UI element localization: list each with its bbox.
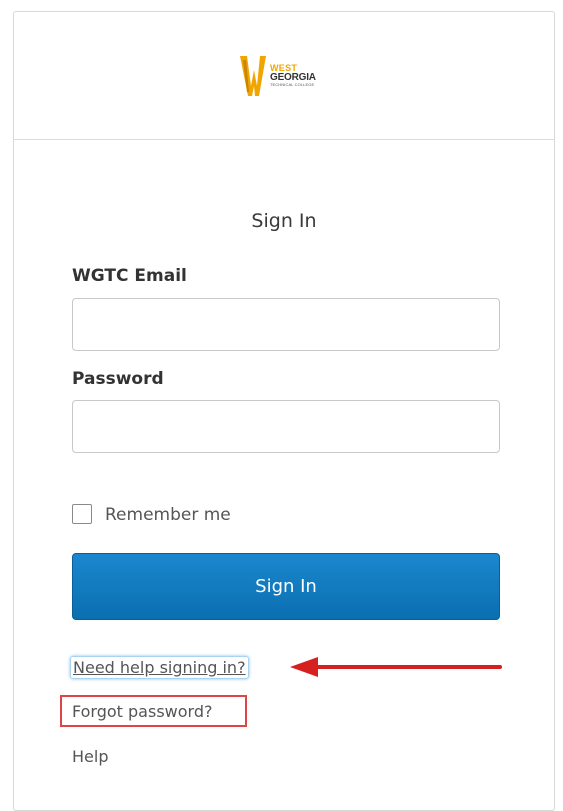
remember-me-label[interactable]: Remember me [105, 505, 231, 525]
logo-wordmark: WEST GEORGIA TECHNICAL COLLEGE [270, 64, 316, 87]
password-label: Password [72, 369, 164, 389]
email-field[interactable] [72, 298, 500, 351]
card-header: WEST GEORGIA TECHNICAL COLLEGE [14, 12, 554, 140]
logo-w-mark [240, 56, 266, 96]
help-link[interactable]: Help [72, 747, 108, 766]
logo-line3: TECHNICAL COLLEGE [270, 82, 315, 87]
sign-in-card: WEST GEORGIA TECHNICAL COLLEGE Sign In W… [13, 11, 555, 811]
password-field[interactable] [72, 400, 500, 453]
forgot-password-link[interactable]: Forgot password? [72, 702, 212, 721]
red-arrow-annotation [290, 657, 502, 677]
remember-me-checkbox[interactable] [72, 504, 92, 524]
page-title: Sign In [251, 210, 317, 232]
college-logo: WEST GEORGIA TECHNICAL COLLEGE [240, 52, 340, 102]
email-label: WGTC Email [72, 266, 187, 286]
sign-in-button[interactable]: Sign In [72, 553, 500, 620]
need-help-link[interactable]: Need help signing in? [70, 656, 249, 679]
